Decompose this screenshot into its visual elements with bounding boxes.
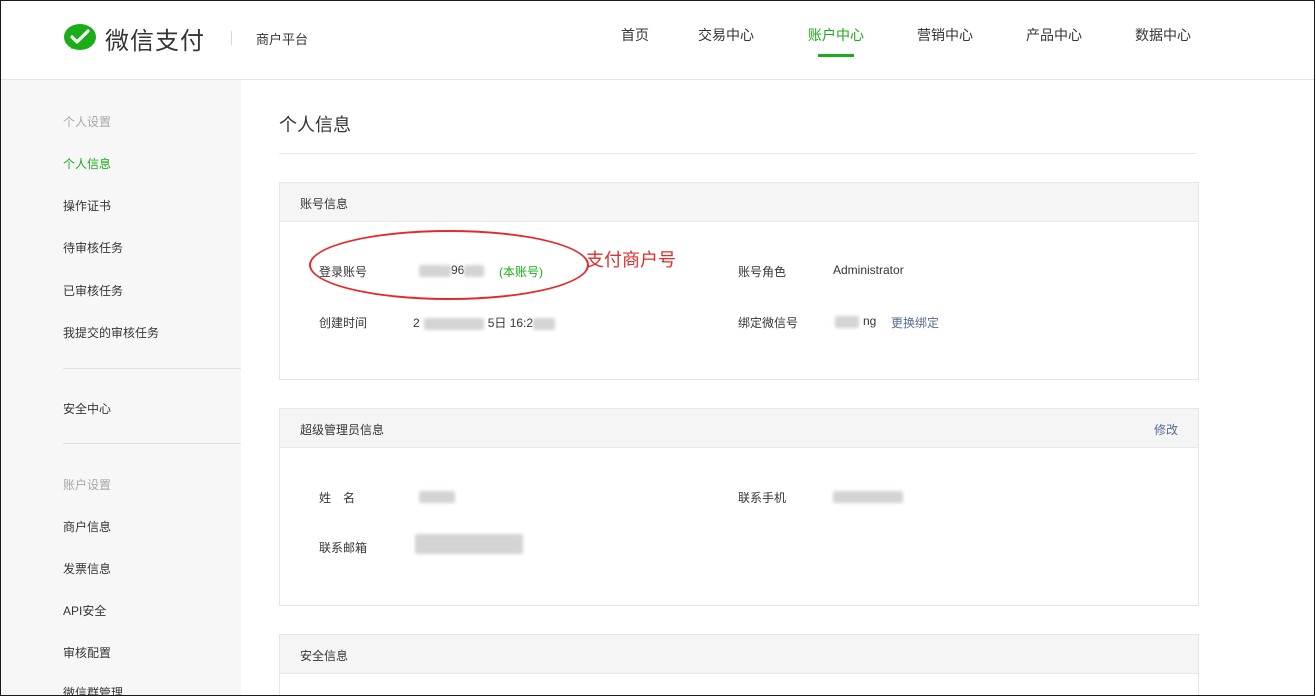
bound-wechat-value: ng xyxy=(835,314,876,328)
nav-trade-center[interactable]: 交易中心 xyxy=(698,25,754,59)
account-role-value: Administrator xyxy=(833,263,904,277)
admin-name-label: 姓 名 xyxy=(319,491,356,505)
top-header: 微信支付 商户平台 首页 交易中心 账户中心 营销中心 产品中心 数据中心 xyxy=(1,1,1314,80)
sidebar-item-merchant-info[interactable]: 商户信息 xyxy=(63,518,111,535)
card-title: 超级管理员信息 xyxy=(300,423,385,437)
redacted-block xyxy=(835,315,859,328)
header-divider xyxy=(231,31,232,45)
sidebar: 个人设置 个人信息 操作证书 待审核任务 已审核任务 我提交的审核任务 安全中心… xyxy=(1,80,241,695)
bound-wechat-label: 绑定微信号 xyxy=(738,316,799,330)
nav-marketing-center[interactable]: 营销中心 xyxy=(917,25,973,59)
change-binding-link[interactable]: 更换绑定 xyxy=(891,314,939,331)
wechat-pay-logo-icon xyxy=(64,24,96,50)
redacted-block xyxy=(423,317,484,330)
card-header: 账号信息 xyxy=(280,183,1198,222)
card-header: 安全信息 xyxy=(280,635,1198,674)
annotation-ellipse xyxy=(309,230,589,300)
annotation-label: 支付商户号 xyxy=(586,250,676,270)
edit-admin-link[interactable]: 修改 xyxy=(1154,421,1178,438)
card-header: 超级管理员信息 修改 xyxy=(280,409,1198,448)
admin-email-value xyxy=(415,534,523,554)
title-divider xyxy=(279,153,1197,154)
sidebar-item-wechat-group[interactable]: 微信群管理 xyxy=(63,684,123,695)
sidebar-item-review-config[interactable]: 审核配置 xyxy=(63,644,111,661)
app-window: 微信支付 商户平台 首页 交易中心 账户中心 营销中心 产品中心 数据中心 个人… xyxy=(0,0,1315,696)
sidebar-divider xyxy=(63,443,241,444)
admin-name-value xyxy=(419,489,455,503)
redacted-block xyxy=(415,534,523,554)
brand-name: 微信支付 xyxy=(105,27,205,55)
sidebar-item-my-submitted-tasks[interactable]: 我提交的审核任务 xyxy=(63,324,159,341)
sidebar-group-personal-settings: 个人设置 xyxy=(63,115,112,129)
created-time-value: 2 5日 16:2 xyxy=(413,314,556,331)
card-title: 账号信息 xyxy=(300,197,349,211)
sidebar-item-reviewed-tasks[interactable]: 已审核任务 xyxy=(63,282,123,299)
nav-data-center[interactable]: 数据中心 xyxy=(1135,25,1191,59)
card-title: 安全信息 xyxy=(300,649,349,663)
sidebar-item-personal-info[interactable]: 个人信息 xyxy=(63,155,111,172)
super-admin-card: 超级管理员信息 修改 xyxy=(279,408,1199,606)
page-title: 个人信息 xyxy=(279,115,351,135)
redacted-block xyxy=(419,490,455,503)
nav-product-center[interactable]: 产品中心 xyxy=(1026,25,1082,59)
security-info-card: 安全信息 xyxy=(279,634,1199,695)
platform-name: 商户平台 xyxy=(256,32,309,47)
sidebar-item-invoice-info[interactable]: 发票信息 xyxy=(63,560,111,577)
redacted-block xyxy=(833,490,903,503)
nav-home[interactable]: 首页 xyxy=(621,25,649,59)
sidebar-item-api-security[interactable]: API安全 xyxy=(63,602,106,619)
sidebar-item-pending-review[interactable]: 待审核任务 xyxy=(63,239,123,256)
active-nav-indicator xyxy=(818,54,854,57)
account-role-label: 账号角色 xyxy=(738,265,787,279)
nav-account-center[interactable]: 账户中心 xyxy=(808,25,864,59)
admin-phone-label: 联系手机 xyxy=(738,491,787,505)
sidebar-item-security-center[interactable]: 安全中心 xyxy=(63,400,111,417)
admin-email-label: 联系邮箱 xyxy=(319,541,368,555)
sidebar-item-operation-cert[interactable]: 操作证书 xyxy=(63,197,111,214)
sidebar-group-account-settings: 账户设置 xyxy=(63,478,112,492)
sidebar-divider xyxy=(63,368,241,369)
created-time-label: 创建时间 xyxy=(319,316,368,330)
brand-logo[interactable]: 微信支付 xyxy=(63,21,205,55)
redacted-block xyxy=(533,317,556,330)
admin-phone-value xyxy=(833,489,903,503)
